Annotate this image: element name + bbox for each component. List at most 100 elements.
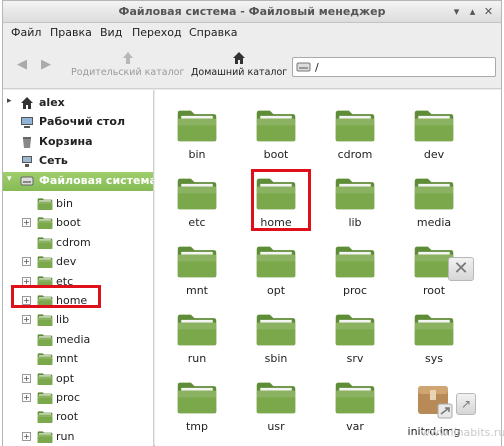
content-item-bin[interactable]: bin	[159, 108, 235, 174]
content-item-srv[interactable]: srv	[317, 312, 393, 378]
content-item-dev[interactable]: dev	[396, 108, 472, 174]
content-item-run[interactable]: run	[159, 312, 235, 378]
content-item-label: var	[346, 420, 364, 433]
home-icon	[21, 97, 33, 109]
content-item-label: bin	[188, 148, 206, 161]
folder-icon	[414, 314, 454, 346]
menu-file[interactable]: Файл	[11, 26, 41, 39]
folder-icon	[177, 382, 217, 414]
content-item-label: run	[187, 352, 207, 365]
location-value: /	[315, 61, 319, 74]
sidebar-tree-label: bin	[56, 197, 74, 210]
content-item-usr[interactable]: usr	[238, 380, 314, 446]
sidebar-tree-item-boot[interactable]: + boot	[3, 214, 153, 233]
content-item-cdrom[interactable]: cdrom	[317, 108, 393, 174]
expand-toggle-icon[interactable]: +	[22, 315, 31, 325]
folder-icon	[37, 353, 53, 366]
overlay-scroll-icon[interactable]: ↗	[456, 393, 476, 415]
sidebar-tree-item-lib[interactable]: + lib	[3, 311, 153, 330]
sidebar-place-4[interactable]: ▾ Файловая система	[3, 171, 153, 191]
folder-icon	[177, 178, 217, 210]
minimize-icon[interactable]: ▾	[449, 4, 464, 19]
folder-icon	[37, 372, 53, 385]
content-item-label: media	[416, 216, 452, 229]
sidebar-tree-label: proc	[56, 391, 81, 404]
content-item-media[interactable]: media	[396, 176, 472, 242]
content-item-tmp[interactable]: tmp	[159, 380, 235, 446]
folder-icon	[37, 392, 53, 404]
sidebar-tree-label: run	[56, 429, 75, 443]
menu-edit[interactable]: Правка	[50, 26, 92, 39]
content-item-proc[interactable]: proc	[317, 244, 393, 310]
parent-folder-button[interactable]: Родительский каталог	[71, 51, 184, 78]
menu-view[interactable]: Вид	[100, 26, 122, 39]
content-item-label: boot	[263, 148, 289, 161]
expand-toggle-icon[interactable]: +	[22, 373, 31, 383]
folder-icon	[37, 334, 53, 346]
back-arrow-icon[interactable]: ◀	[17, 57, 27, 72]
up-arrow-icon	[122, 52, 133, 64]
content-item-label: tmp	[185, 420, 208, 433]
folder-icon	[335, 110, 375, 142]
expand-toggle-icon[interactable]: +	[22, 431, 31, 441]
content-item-mnt[interactable]: mnt	[159, 244, 235, 310]
sidebar-place-2[interactable]: Корзина	[3, 133, 153, 152]
location-bar[interactable]: /	[292, 57, 496, 77]
content-item-sys[interactable]: sys	[396, 312, 472, 378]
sidebar-tree-label: lib	[56, 313, 70, 327]
sidebar-tree-item-cdrom[interactable]: cdrom	[3, 234, 153, 253]
content-item-label: opt	[266, 284, 286, 297]
content-item-var[interactable]: var	[317, 380, 393, 446]
home-folder-button[interactable]: Домашний каталог	[191, 51, 287, 78]
folder-icon	[414, 110, 454, 142]
content-item-etc[interactable]: etc	[159, 176, 235, 242]
menu-help[interactable]: Справка	[189, 26, 237, 39]
expander-icon[interactable]: ▸	[7, 96, 12, 106]
expander-icon[interactable]: ▾	[7, 174, 12, 184]
content-item-opt[interactable]: opt	[238, 244, 314, 310]
content-home-highlight	[251, 169, 311, 231]
expand-toggle-icon[interactable]: +	[22, 257, 31, 267]
file-manager-window: Файловая система - Файловый менеджер ▾ ▴…	[2, 0, 504, 446]
expand-toggle-icon[interactable]: +	[22, 393, 31, 402]
sidebar-tree-item-mnt[interactable]: mnt	[3, 350, 153, 369]
sidebar-tree-label: boot	[56, 216, 81, 230]
sidebar-tree-item-media[interactable]: media	[3, 331, 153, 350]
sidebar-tree-item-dev[interactable]: + dev	[3, 253, 153, 272]
content-item-label: proc	[342, 284, 368, 297]
folder-icon	[37, 431, 53, 443]
expand-toggle-icon[interactable]: +	[22, 218, 31, 228]
forward-arrow-icon[interactable]: ▶	[41, 57, 51, 72]
overlay-close-button[interactable]: ✕	[448, 257, 474, 281]
sidebar-place-1[interactable]: Рабочий стол	[3, 113, 153, 132]
content-item-lib[interactable]: lib	[317, 176, 393, 242]
sidebar-place-3[interactable]: Сеть	[3, 152, 153, 171]
network-icon	[22, 156, 32, 168]
sidebar-tree-label: cdrom	[56, 235, 91, 249]
content-item-label: sys	[425, 352, 443, 365]
watermark: www.linabits.ru	[421, 426, 504, 439]
sidebar-tree-item-proc[interactable]: + proc	[3, 389, 153, 408]
folder-icon	[37, 198, 53, 210]
title-bar[interactable]: Файловая система - Файловый менеджер ▾ ▴…	[3, 1, 501, 23]
folder-icon	[335, 382, 375, 414]
content-item-sbin[interactable]: sbin	[238, 312, 314, 378]
folder-icon	[256, 246, 296, 278]
sidebar-place-0[interactable]: ▸ alex	[3, 94, 153, 113]
sidebar-tree-item-run[interactable]: + run	[3, 428, 153, 446]
menu-bar: Файл Правка Вид Переход Справка	[3, 23, 501, 43]
sidebar-tree-label: root	[56, 410, 79, 424]
sidebar-place-label: Корзина	[39, 134, 93, 148]
sidebar-tree-item-opt[interactable]: + opt	[3, 370, 153, 389]
menu-go[interactable]: Переход	[132, 26, 182, 39]
sidebar-place-label: alex	[39, 96, 65, 109]
close-icon[interactable]: ✕	[481, 4, 496, 19]
sidebar-tree-item-root[interactable]: root	[3, 408, 153, 427]
maximize-icon[interactable]: ▴	[465, 4, 480, 19]
home-folder-label: Домашний каталог	[191, 67, 288, 78]
sidebar-place-label: Рабочий стол	[39, 115, 126, 129]
archive-link-icon	[418, 386, 453, 419]
sidebar-tree-item-bin[interactable]: bin	[3, 195, 153, 214]
home-icon	[233, 52, 246, 64]
content-item-boot[interactable]: boot	[238, 108, 314, 174]
